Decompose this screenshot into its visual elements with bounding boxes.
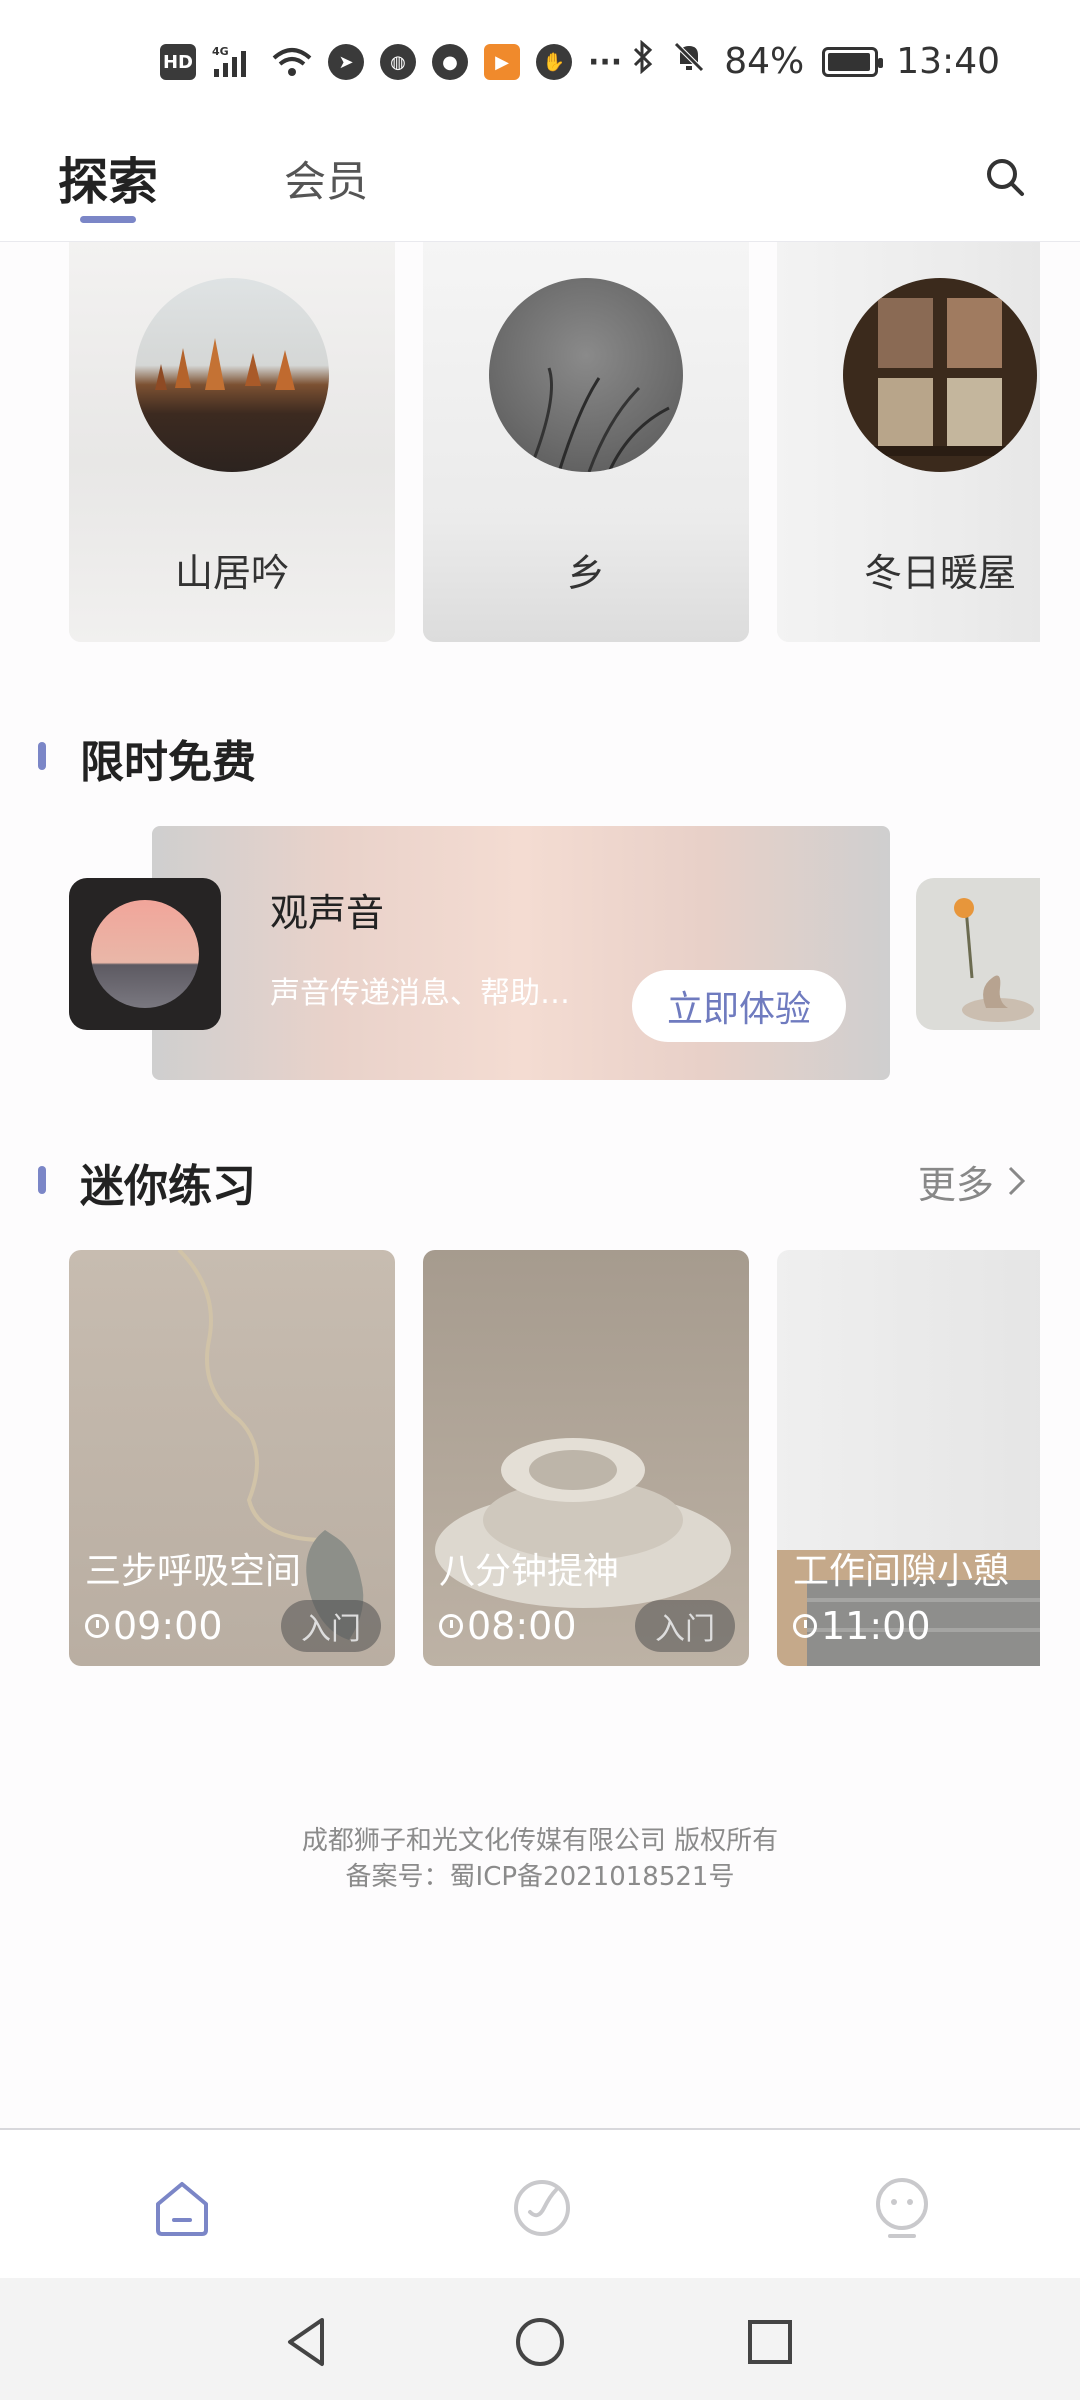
- practice-card[interactable]: 工作间隙小憩 11:00 入: [777, 1250, 1040, 1666]
- limited-free-thumbnail[interactable]: [69, 878, 221, 1030]
- chevron-right-icon: [1006, 1163, 1028, 1207]
- theme-cover-image: [843, 278, 1037, 472]
- theme-carousel: 山居吟 乡 冬日暖屋: [0, 0, 1040, 660]
- bottom-navigation: [0, 2128, 1080, 2278]
- theme-name: 山居吟: [174, 551, 289, 595]
- practice-nav-icon[interactable]: [510, 2176, 574, 2240]
- icp-record-line: 备案号：蜀ICP备2021018521号: [345, 1862, 735, 1892]
- limited-free-next-thumbnail[interactable]: [916, 878, 1040, 1030]
- practice-duration: 09:00: [85, 1604, 223, 1648]
- theme-name: 乡: [566, 551, 605, 595]
- theme-name: 冬日暖屋: [863, 551, 1016, 595]
- practice-title: 三步呼吸空间: [85, 1551, 302, 1592]
- limited-free-item-title[interactable]: 观声音: [270, 882, 384, 937]
- practice-level-badge: 入门: [635, 1600, 735, 1652]
- section-title-mini-practice: 迷你练习: [80, 1161, 256, 1212]
- theme-card[interactable]: 乡: [423, 242, 749, 642]
- system-navigation-bar: [0, 2278, 1080, 2400]
- theme-cover-image: [135, 278, 329, 472]
- home-icon[interactable]: [150, 2176, 214, 2240]
- section-marker: [38, 742, 46, 770]
- section-title-limited-free: 限时免费: [80, 737, 256, 788]
- section-marker: [38, 1166, 46, 1194]
- clock-icon: [793, 1614, 817, 1638]
- try-now-button[interactable]: 立即体验: [632, 970, 846, 1042]
- practice-card[interactable]: 八分钟提神 08:00 入门: [423, 1250, 749, 1666]
- practice-time: 09:00: [113, 1604, 223, 1648]
- practice-duration: 11:00: [793, 1604, 931, 1648]
- practice-duration: 08:00: [439, 1604, 577, 1648]
- mini-practice-carousel: 三步呼吸空间 09:00 入门 八分钟提神 08:00 入门 工作间隙小憩 11…: [0, 1250, 1040, 1668]
- moon-image: [91, 900, 199, 1008]
- theme-card[interactable]: 山居吟: [69, 242, 395, 642]
- clock-icon: [439, 1614, 463, 1638]
- home-circle-icon[interactable]: [512, 2314, 568, 2370]
- theme-cover-image: [489, 278, 683, 472]
- profile-face-icon[interactable]: [870, 2176, 934, 2240]
- clock-icon: [85, 1614, 109, 1638]
- back-icon[interactable]: [280, 2314, 336, 2370]
- practice-time: 11:00: [821, 1604, 931, 1648]
- recents-square-icon[interactable]: [742, 2314, 798, 2370]
- limited-free-item-desc: 声音传递消息、帮助…: [270, 976, 570, 1011]
- copyright-line: 成都狮子和光文化传媒有限公司 版权所有: [301, 1826, 779, 1856]
- theme-card[interactable]: 冬日暖屋: [777, 242, 1040, 642]
- practice-level-badge: 入门: [281, 1600, 381, 1652]
- more-link[interactable]: 更多: [918, 1154, 1028, 1209]
- practice-title: 工作间隙小憩: [793, 1551, 1010, 1592]
- more-label: 更多: [917, 1163, 994, 1207]
- practice-time: 08:00: [467, 1604, 577, 1648]
- limited-free-carousel: 观声音 声音传递消息、帮助… 立即体验: [0, 826, 1040, 1086]
- practice-title: 八分钟提神: [439, 1551, 620, 1592]
- practice-card[interactable]: 三步呼吸空间 09:00 入门: [69, 1250, 395, 1666]
